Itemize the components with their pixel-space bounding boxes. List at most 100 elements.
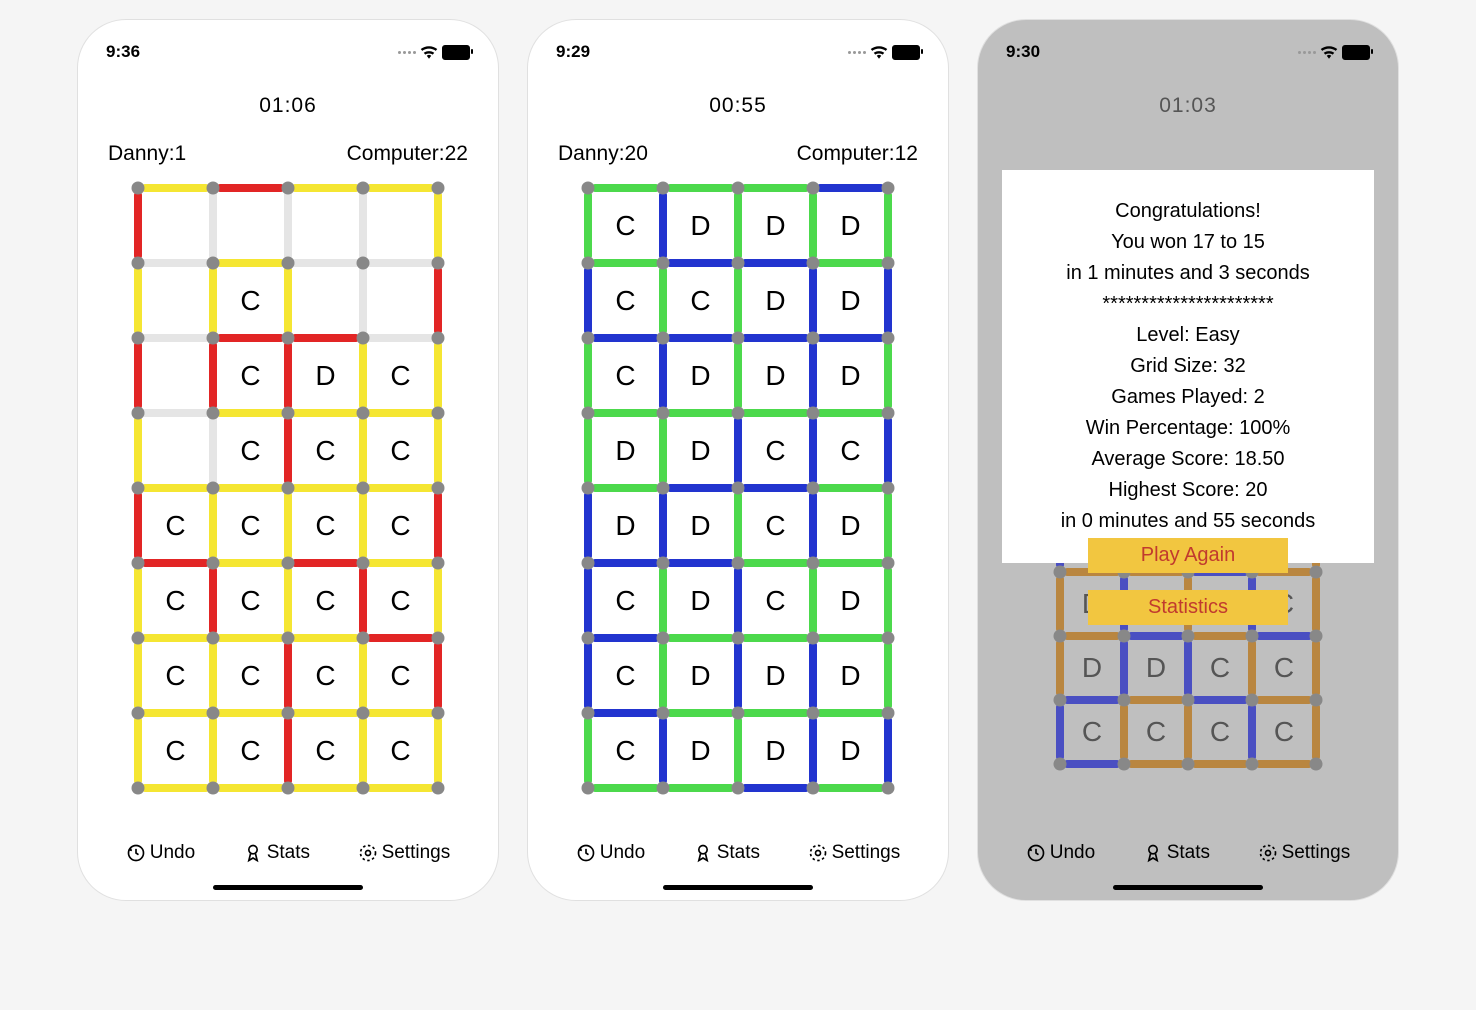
edge-v[interactable] bbox=[659, 492, 667, 559]
edge-h[interactable] bbox=[667, 184, 734, 192]
edge-v[interactable] bbox=[134, 342, 142, 409]
edge-v[interactable] bbox=[134, 267, 142, 334]
undo-button[interactable]: Undo bbox=[126, 842, 195, 864]
edge-v[interactable] bbox=[434, 417, 442, 484]
edge-h[interactable] bbox=[142, 784, 209, 792]
game-board[interactable]: CDDDCCDDCDDDDDCCDDCDCDCDCDDDCDDD bbox=[588, 188, 888, 788]
edge-v[interactable] bbox=[359, 567, 367, 634]
edge-h[interactable] bbox=[592, 784, 659, 792]
edge-v[interactable] bbox=[284, 417, 292, 484]
edge-v[interactable] bbox=[884, 717, 892, 784]
edge-v[interactable] bbox=[1184, 640, 1192, 696]
edge-v[interactable] bbox=[734, 417, 742, 484]
undo-button[interactable]: Undo bbox=[576, 842, 645, 864]
edge-h[interactable] bbox=[142, 184, 209, 192]
edge-h[interactable] bbox=[292, 634, 359, 642]
edge-v[interactable] bbox=[734, 492, 742, 559]
edge-v[interactable] bbox=[809, 642, 817, 709]
edge-v[interactable] bbox=[734, 642, 742, 709]
edge-h[interactable] bbox=[367, 709, 434, 717]
edge-v[interactable] bbox=[1248, 704, 1256, 760]
edge-h[interactable] bbox=[742, 334, 809, 342]
edge-v[interactable] bbox=[284, 717, 292, 784]
edge-v[interactable] bbox=[359, 642, 367, 709]
edge-v[interactable] bbox=[209, 192, 217, 259]
edge-v[interactable] bbox=[584, 567, 592, 634]
settings-button[interactable]: Settings bbox=[1258, 842, 1351, 864]
edge-v[interactable] bbox=[434, 717, 442, 784]
stats-button[interactable]: Stats bbox=[693, 842, 760, 864]
edge-h[interactable] bbox=[367, 484, 434, 492]
edge-h[interactable] bbox=[292, 784, 359, 792]
edge-h[interactable] bbox=[742, 259, 809, 267]
edge-h[interactable] bbox=[592, 184, 659, 192]
edge-h[interactable] bbox=[217, 409, 284, 417]
edge-h[interactable] bbox=[367, 634, 434, 642]
edge-h[interactable] bbox=[217, 334, 284, 342]
edge-h[interactable] bbox=[817, 559, 884, 567]
edge-h[interactable] bbox=[292, 409, 359, 417]
edge-v[interactable] bbox=[284, 567, 292, 634]
edge-v[interactable] bbox=[284, 267, 292, 334]
edge-v[interactable] bbox=[209, 417, 217, 484]
edge-v[interactable] bbox=[284, 492, 292, 559]
edge-h[interactable] bbox=[217, 184, 284, 192]
edge-h[interactable] bbox=[1128, 760, 1184, 768]
edge-v[interactable] bbox=[359, 492, 367, 559]
edge-v[interactable] bbox=[1056, 704, 1064, 760]
edge-v[interactable] bbox=[584, 417, 592, 484]
edge-v[interactable] bbox=[584, 717, 592, 784]
stats-button[interactable]: Stats bbox=[1143, 842, 1210, 864]
edge-h[interactable] bbox=[217, 709, 284, 717]
settings-button[interactable]: Settings bbox=[808, 842, 901, 864]
edge-h[interactable] bbox=[142, 334, 209, 342]
edge-v[interactable] bbox=[584, 342, 592, 409]
edge-v[interactable] bbox=[659, 267, 667, 334]
edge-v[interactable] bbox=[734, 717, 742, 784]
edge-h[interactable] bbox=[292, 184, 359, 192]
edge-h[interactable] bbox=[367, 409, 434, 417]
edge-v[interactable] bbox=[659, 192, 667, 259]
edge-h[interactable] bbox=[217, 484, 284, 492]
edge-v[interactable] bbox=[884, 417, 892, 484]
edge-h[interactable] bbox=[667, 709, 734, 717]
edge-h[interactable] bbox=[292, 559, 359, 567]
edge-h[interactable] bbox=[592, 484, 659, 492]
edge-h[interactable] bbox=[1192, 696, 1248, 704]
edge-h[interactable] bbox=[667, 784, 734, 792]
edge-h[interactable] bbox=[667, 634, 734, 642]
edge-h[interactable] bbox=[1192, 760, 1248, 768]
edge-v[interactable] bbox=[209, 642, 217, 709]
edge-h[interactable] bbox=[742, 409, 809, 417]
edge-v[interactable] bbox=[284, 192, 292, 259]
edge-h[interactable] bbox=[667, 334, 734, 342]
edge-v[interactable] bbox=[884, 192, 892, 259]
edge-v[interactable] bbox=[584, 192, 592, 259]
undo-button[interactable]: Undo bbox=[1026, 842, 1095, 864]
game-board[interactable]: CCDCCCCCCCCCCCCCCCCCCCC bbox=[138, 188, 438, 788]
edge-v[interactable] bbox=[734, 267, 742, 334]
edge-h[interactable] bbox=[142, 634, 209, 642]
settings-button[interactable]: Settings bbox=[358, 842, 451, 864]
edge-h[interactable] bbox=[742, 184, 809, 192]
edge-v[interactable] bbox=[434, 267, 442, 334]
edge-v[interactable] bbox=[734, 567, 742, 634]
edge-v[interactable] bbox=[209, 492, 217, 559]
edge-v[interactable] bbox=[1312, 576, 1320, 632]
edge-v[interactable] bbox=[1120, 640, 1128, 696]
edge-v[interactable] bbox=[134, 417, 142, 484]
edge-h[interactable] bbox=[292, 484, 359, 492]
edge-h[interactable] bbox=[667, 559, 734, 567]
edge-h[interactable] bbox=[367, 559, 434, 567]
edge-h[interactable] bbox=[217, 559, 284, 567]
edge-v[interactable] bbox=[809, 717, 817, 784]
edge-h[interactable] bbox=[1064, 632, 1120, 640]
edge-v[interactable] bbox=[209, 717, 217, 784]
edge-h[interactable] bbox=[292, 709, 359, 717]
edge-h[interactable] bbox=[1064, 696, 1120, 704]
edge-v[interactable] bbox=[359, 192, 367, 259]
edge-h[interactable] bbox=[592, 409, 659, 417]
edge-h[interactable] bbox=[817, 334, 884, 342]
edge-h[interactable] bbox=[142, 709, 209, 717]
edge-v[interactable] bbox=[584, 492, 592, 559]
